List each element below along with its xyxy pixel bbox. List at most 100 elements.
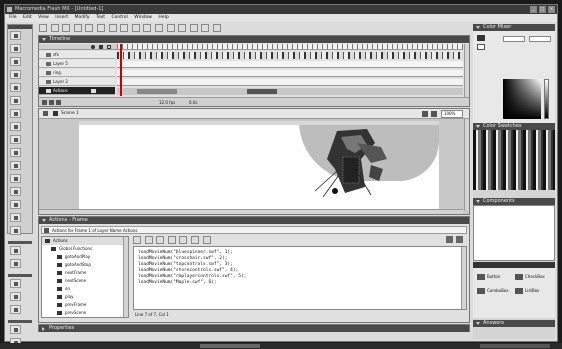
properties-title-bar[interactable]: Properties: [39, 325, 469, 332]
timeline-scrollbar[interactable]: [464, 44, 469, 97]
lasso-tool-icon[interactable]: [10, 70, 21, 79]
debug-options-icon[interactable]: [446, 236, 453, 243]
check-syntax-icon[interactable]: [179, 236, 188, 244]
paste-icon[interactable]: [120, 24, 129, 32]
minimize-button[interactable]: _: [530, 6, 537, 13]
color-swatches-title-bar[interactable]: Color Swatches: [473, 123, 555, 130]
auto-format-icon[interactable]: [190, 236, 199, 244]
eye-icon[interactable]: [91, 45, 95, 49]
scale-icon[interactable]: [201, 24, 210, 32]
lock-icon[interactable]: [99, 45, 103, 49]
straighten-icon[interactable]: [178, 24, 187, 32]
redo-icon[interactable]: [143, 24, 152, 32]
code-hint-icon[interactable]: [202, 236, 211, 244]
align-icon[interactable]: [212, 24, 221, 32]
snap-icon[interactable]: [154, 24, 163, 32]
layer-row[interactable]: sfx: [39, 51, 115, 59]
pencil-tool-icon[interactable]: [10, 135, 21, 144]
hand-tool-icon[interactable]: [10, 246, 21, 255]
menu-control[interactable]: Control: [112, 15, 128, 20]
tree-item[interactable]: gotoAndStop: [42, 261, 128, 269]
save-icon[interactable]: [62, 24, 71, 32]
insert-path-icon[interactable]: [167, 236, 176, 244]
rotate-icon[interactable]: [189, 24, 198, 32]
combobox-component-icon[interactable]: [477, 288, 485, 294]
toolbox-scrollbar[interactable]: [123, 237, 128, 317]
menu-view[interactable]: View: [38, 15, 49, 20]
listbox-component-icon[interactable]: [515, 288, 523, 294]
fill-transform-tool-icon[interactable]: [10, 174, 21, 183]
layer-row[interactable]: Layer 5: [39, 60, 115, 68]
editor-scrollbar[interactable]: [461, 247, 466, 309]
collapse-triangle-icon[interactable]: [42, 38, 46, 41]
eyedropper-tool-icon[interactable]: [10, 213, 21, 222]
actions-title-bar[interactable]: Actions - Frame: [39, 217, 469, 224]
frame-track[interactable]: [117, 52, 463, 59]
open-file-icon[interactable]: [50, 24, 59, 32]
edit-symbol-icon[interactable]: [431, 111, 437, 117]
button-component-icon[interactable]: [477, 274, 485, 280]
outline-icon[interactable]: [107, 45, 111, 49]
swatch-grid[interactable]: [473, 130, 555, 190]
tree-root[interactable]: Actions: [42, 237, 128, 245]
undo-icon[interactable]: [131, 24, 140, 32]
layer-row[interactable]: ring: [39, 69, 115, 77]
collapse-triangle-icon[interactable]: [476, 26, 480, 29]
keyframe-range[interactable]: [247, 89, 277, 94]
brush-tool-icon[interactable]: [10, 148, 21, 157]
playhead[interactable]: [120, 44, 122, 96]
keyframe-range[interactable]: [137, 89, 177, 94]
fill-style-dropdown[interactable]: [503, 36, 525, 42]
layer-row[interactable]: Layer 2: [39, 78, 115, 86]
pen-tool-icon[interactable]: [10, 83, 21, 92]
frame-track[interactable]: [117, 70, 463, 77]
print-preview-icon[interactable]: [85, 24, 94, 32]
collapse-triangle-icon[interactable]: [476, 322, 480, 325]
add-action-icon[interactable]: [133, 236, 141, 244]
eraser-tool-icon[interactable]: [10, 226, 21, 235]
new-file-icon[interactable]: [39, 24, 47, 32]
frame-track-selected[interactable]: [117, 88, 463, 95]
collapse-triangle-icon[interactable]: [42, 219, 46, 222]
line-tool-icon[interactable]: [10, 57, 21, 66]
tree-item[interactable]: nextFrame: [42, 269, 128, 277]
swap-colors-icon[interactable]: [10, 305, 21, 314]
stage-canvas[interactable]: [79, 121, 439, 209]
taskbar-button[interactable]: [200, 344, 260, 348]
free-transform-tool-icon[interactable]: [10, 161, 21, 170]
stage-v-scrollbar[interactable]: [464, 119, 469, 211]
brightness-slider[interactable]: [544, 79, 549, 119]
snap-magnet-icon[interactable]: [10, 325, 21, 334]
frame-ruler[interactable]: [117, 44, 463, 50]
menu-text[interactable]: Text: [96, 15, 105, 20]
taskbar-button[interactable]: [480, 344, 550, 348]
frame-track[interactable]: [117, 61, 463, 68]
fill-color-icon[interactable]: [10, 292, 21, 301]
timeline-title-bar[interactable]: Timeline: [39, 36, 469, 43]
menu-modify[interactable]: Modify: [75, 15, 90, 20]
delete-layer-icon[interactable]: [56, 100, 61, 105]
answers-title-bar[interactable]: Answers: [473, 320, 555, 327]
tree-item[interactable]: prevFrame: [42, 301, 128, 309]
color-picker-gradient[interactable]: [503, 79, 541, 119]
menu-file[interactable]: File: [9, 15, 17, 20]
tree-item[interactable]: prevScene: [42, 309, 128, 317]
stage-h-scrollbar[interactable]: [39, 209, 463, 214]
menu-help[interactable]: Help: [158, 15, 168, 20]
expand-triangle-icon[interactable]: [42, 327, 45, 331]
fill-swatch-icon[interactable]: [477, 44, 485, 50]
paint-bucket-tool-icon[interactable]: [10, 200, 21, 209]
add-layer-icon[interactable]: [42, 100, 47, 105]
cut-icon[interactable]: [96, 24, 105, 32]
collapse-triangle-icon[interactable]: [476, 125, 480, 128]
smooth-icon[interactable]: [166, 24, 175, 32]
oval-tool-icon[interactable]: [10, 109, 21, 118]
tree-item[interactable]: Global Functions: [42, 245, 128, 253]
subselect-tool-icon[interactable]: [10, 44, 21, 53]
components-title-bar[interactable]: Components: [473, 198, 555, 205]
frame-track[interactable]: [117, 79, 463, 86]
zoom-tool-icon[interactable]: [10, 259, 21, 268]
copy-icon[interactable]: [108, 24, 117, 32]
ink-bottle-tool-icon[interactable]: [10, 187, 21, 196]
color-mixer-title-bar[interactable]: Color Mixer: [473, 24, 555, 31]
